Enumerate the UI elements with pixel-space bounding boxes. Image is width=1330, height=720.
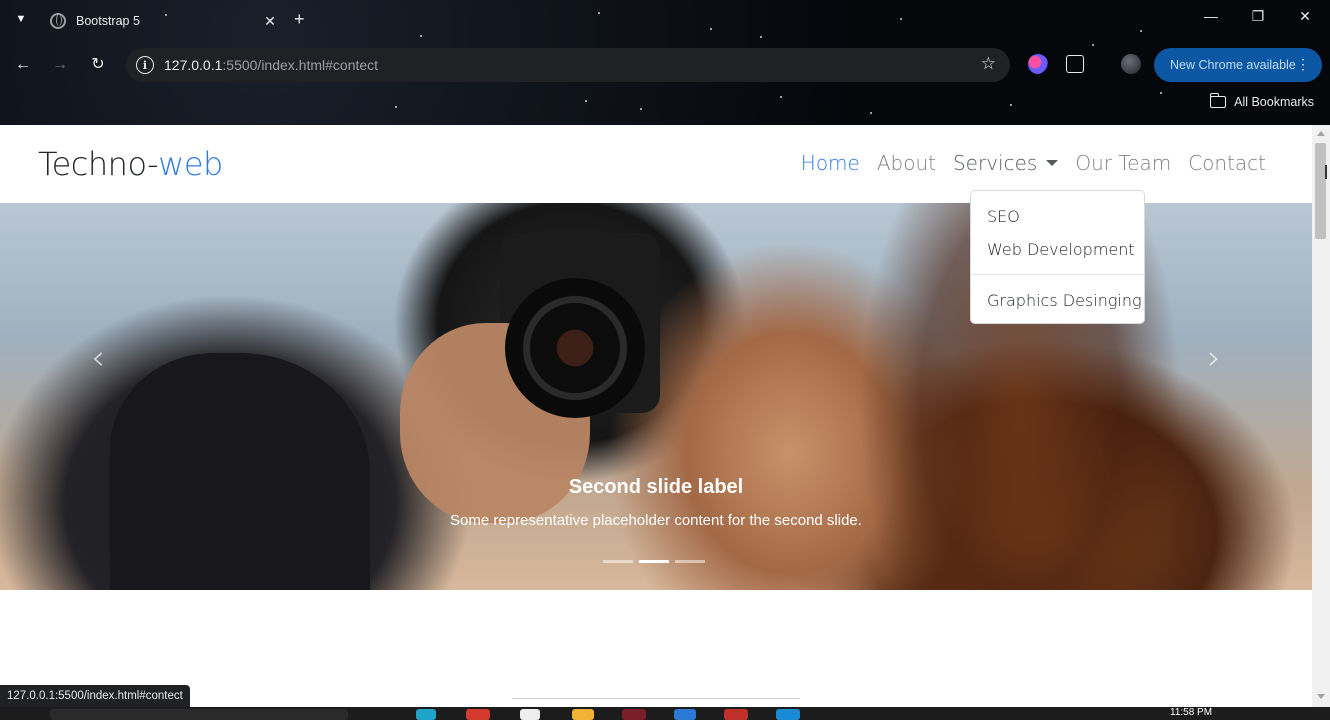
carousel-photo-lens (505, 278, 645, 418)
browser-toolbar: ← → ↻ i 127.0.0.1:5500/index.html#contec… (0, 44, 1330, 86)
scroll-down-icon[interactable] (1317, 694, 1325, 699)
chevron-left-icon[interactable]: ‹ (83, 341, 113, 375)
taskbar-app-icon[interactable] (520, 709, 540, 720)
nav-link-home[interactable]: Home (801, 151, 860, 175)
browser-tab[interactable]: Bootstrap 5 ✕ (40, 4, 280, 38)
link-status-bubble: 127.0.0.1:5500/index.html#contect (0, 685, 190, 707)
dropdown-divider (971, 274, 1144, 275)
taskbar-clock[interactable]: 11:58 PM (1170, 707, 1212, 719)
chrome-update-button[interactable]: New Chrome available ⋮ (1154, 48, 1322, 82)
taskbar-app-icon[interactable] (466, 709, 490, 720)
reload-button[interactable]: ↻ (86, 54, 110, 76)
profile-avatar[interactable] (1121, 54, 1141, 74)
caret-down-icon (1046, 160, 1059, 166)
scroll-thumb[interactable] (1315, 143, 1326, 239)
page-viewport: Techno-web Home About Services Our Team … (0, 125, 1330, 707)
taskbar-app-icon[interactable] (674, 709, 696, 720)
minimize-icon[interactable]: — (1196, 8, 1226, 24)
carousel-indicators (603, 560, 711, 563)
extension-icon[interactable] (1028, 54, 1048, 74)
all-bookmarks-button[interactable]: All Bookmarks (1209, 93, 1314, 109)
nav-links: Home About Services Our Team Contact (784, 151, 1266, 175)
extensions-puzzle-icon[interactable] (1066, 55, 1084, 73)
url-text[interactable]: 127.0.0.1:5500/index.html#contect (164, 57, 378, 73)
taskbar-search[interactable] (50, 709, 348, 720)
carousel-indicator[interactable] (675, 560, 705, 563)
carousel-indicator-active[interactable] (639, 560, 669, 563)
chevron-right-icon[interactable]: › (1199, 341, 1229, 375)
globe-icon (50, 13, 66, 29)
divider (512, 698, 800, 699)
close-tab-icon[interactable]: ✕ (260, 13, 280, 30)
carousel-caption-text: Some representative placeholder content … (450, 512, 862, 529)
page-scrollbar[interactable] (1312, 125, 1330, 707)
tab-title: Bootstrap 5 (76, 14, 140, 28)
services-dropdown-menu: SEO Web Development Graphics Desinging (970, 190, 1145, 324)
site-info-icon[interactable]: i (136, 56, 154, 74)
nav-link-services[interactable]: Services (953, 151, 1059, 175)
taskbar-app-icon[interactable] (776, 709, 800, 720)
browser-chrome: ▼ Bootstrap 5 ✕ + — ❐ ✕ ← → ↻ i 127.0.0.… (0, 0, 1330, 125)
taskbar-app-icon[interactable] (724, 709, 748, 720)
close-window-icon[interactable]: ✕ (1290, 8, 1320, 25)
all-bookmarks-label: All Bookmarks (1234, 95, 1314, 109)
dropdown-item-graphics[interactable]: Graphics Desinging (987, 291, 1142, 310)
site-brand[interactable]: Techno-web (38, 145, 223, 183)
bookmarks-bar: All Bookmarks (0, 88, 1330, 120)
carousel-indicator[interactable] (603, 560, 633, 563)
nav-link-contact[interactable]: Contact (1188, 151, 1266, 175)
text-cursor-icon (1325, 165, 1327, 179)
new-tab-button[interactable]: + (294, 9, 305, 29)
carousel-caption-title: Second slide label (568, 476, 744, 498)
nav-link-our-team[interactable]: Our Team (1075, 151, 1171, 175)
address-bar[interactable]: i 127.0.0.1:5500/index.html#contect ☆ (126, 48, 1010, 82)
taskbar-app-icon[interactable] (572, 709, 594, 720)
restore-icon[interactable]: ❐ (1243, 8, 1273, 25)
update-label: New Chrome available (1170, 58, 1296, 72)
back-button[interactable]: ← (11, 54, 35, 76)
tab-search-icon[interactable]: ▼ (12, 10, 30, 28)
tab-strip: ▼ Bootstrap 5 ✕ + — ❐ ✕ (0, 0, 1330, 40)
dropdown-item-web-development[interactable]: Web Development (987, 240, 1135, 259)
taskbar-app-icon[interactable] (622, 709, 646, 720)
carousel-photo-sleeve (110, 353, 370, 590)
nav-link-about[interactable]: About (877, 151, 936, 175)
taskbar-app-icon[interactable] (416, 709, 436, 720)
more-menu-icon[interactable]: ⋮ (1296, 56, 1310, 73)
bookmark-star-icon[interactable]: ☆ (981, 54, 996, 74)
folder-icon (1209, 93, 1227, 108)
os-taskbar: 11:58 PM (0, 707, 1330, 720)
dropdown-item-seo[interactable]: SEO (987, 207, 1020, 226)
scroll-up-icon[interactable] (1317, 131, 1325, 136)
forward-button[interactable]: → (48, 54, 72, 76)
